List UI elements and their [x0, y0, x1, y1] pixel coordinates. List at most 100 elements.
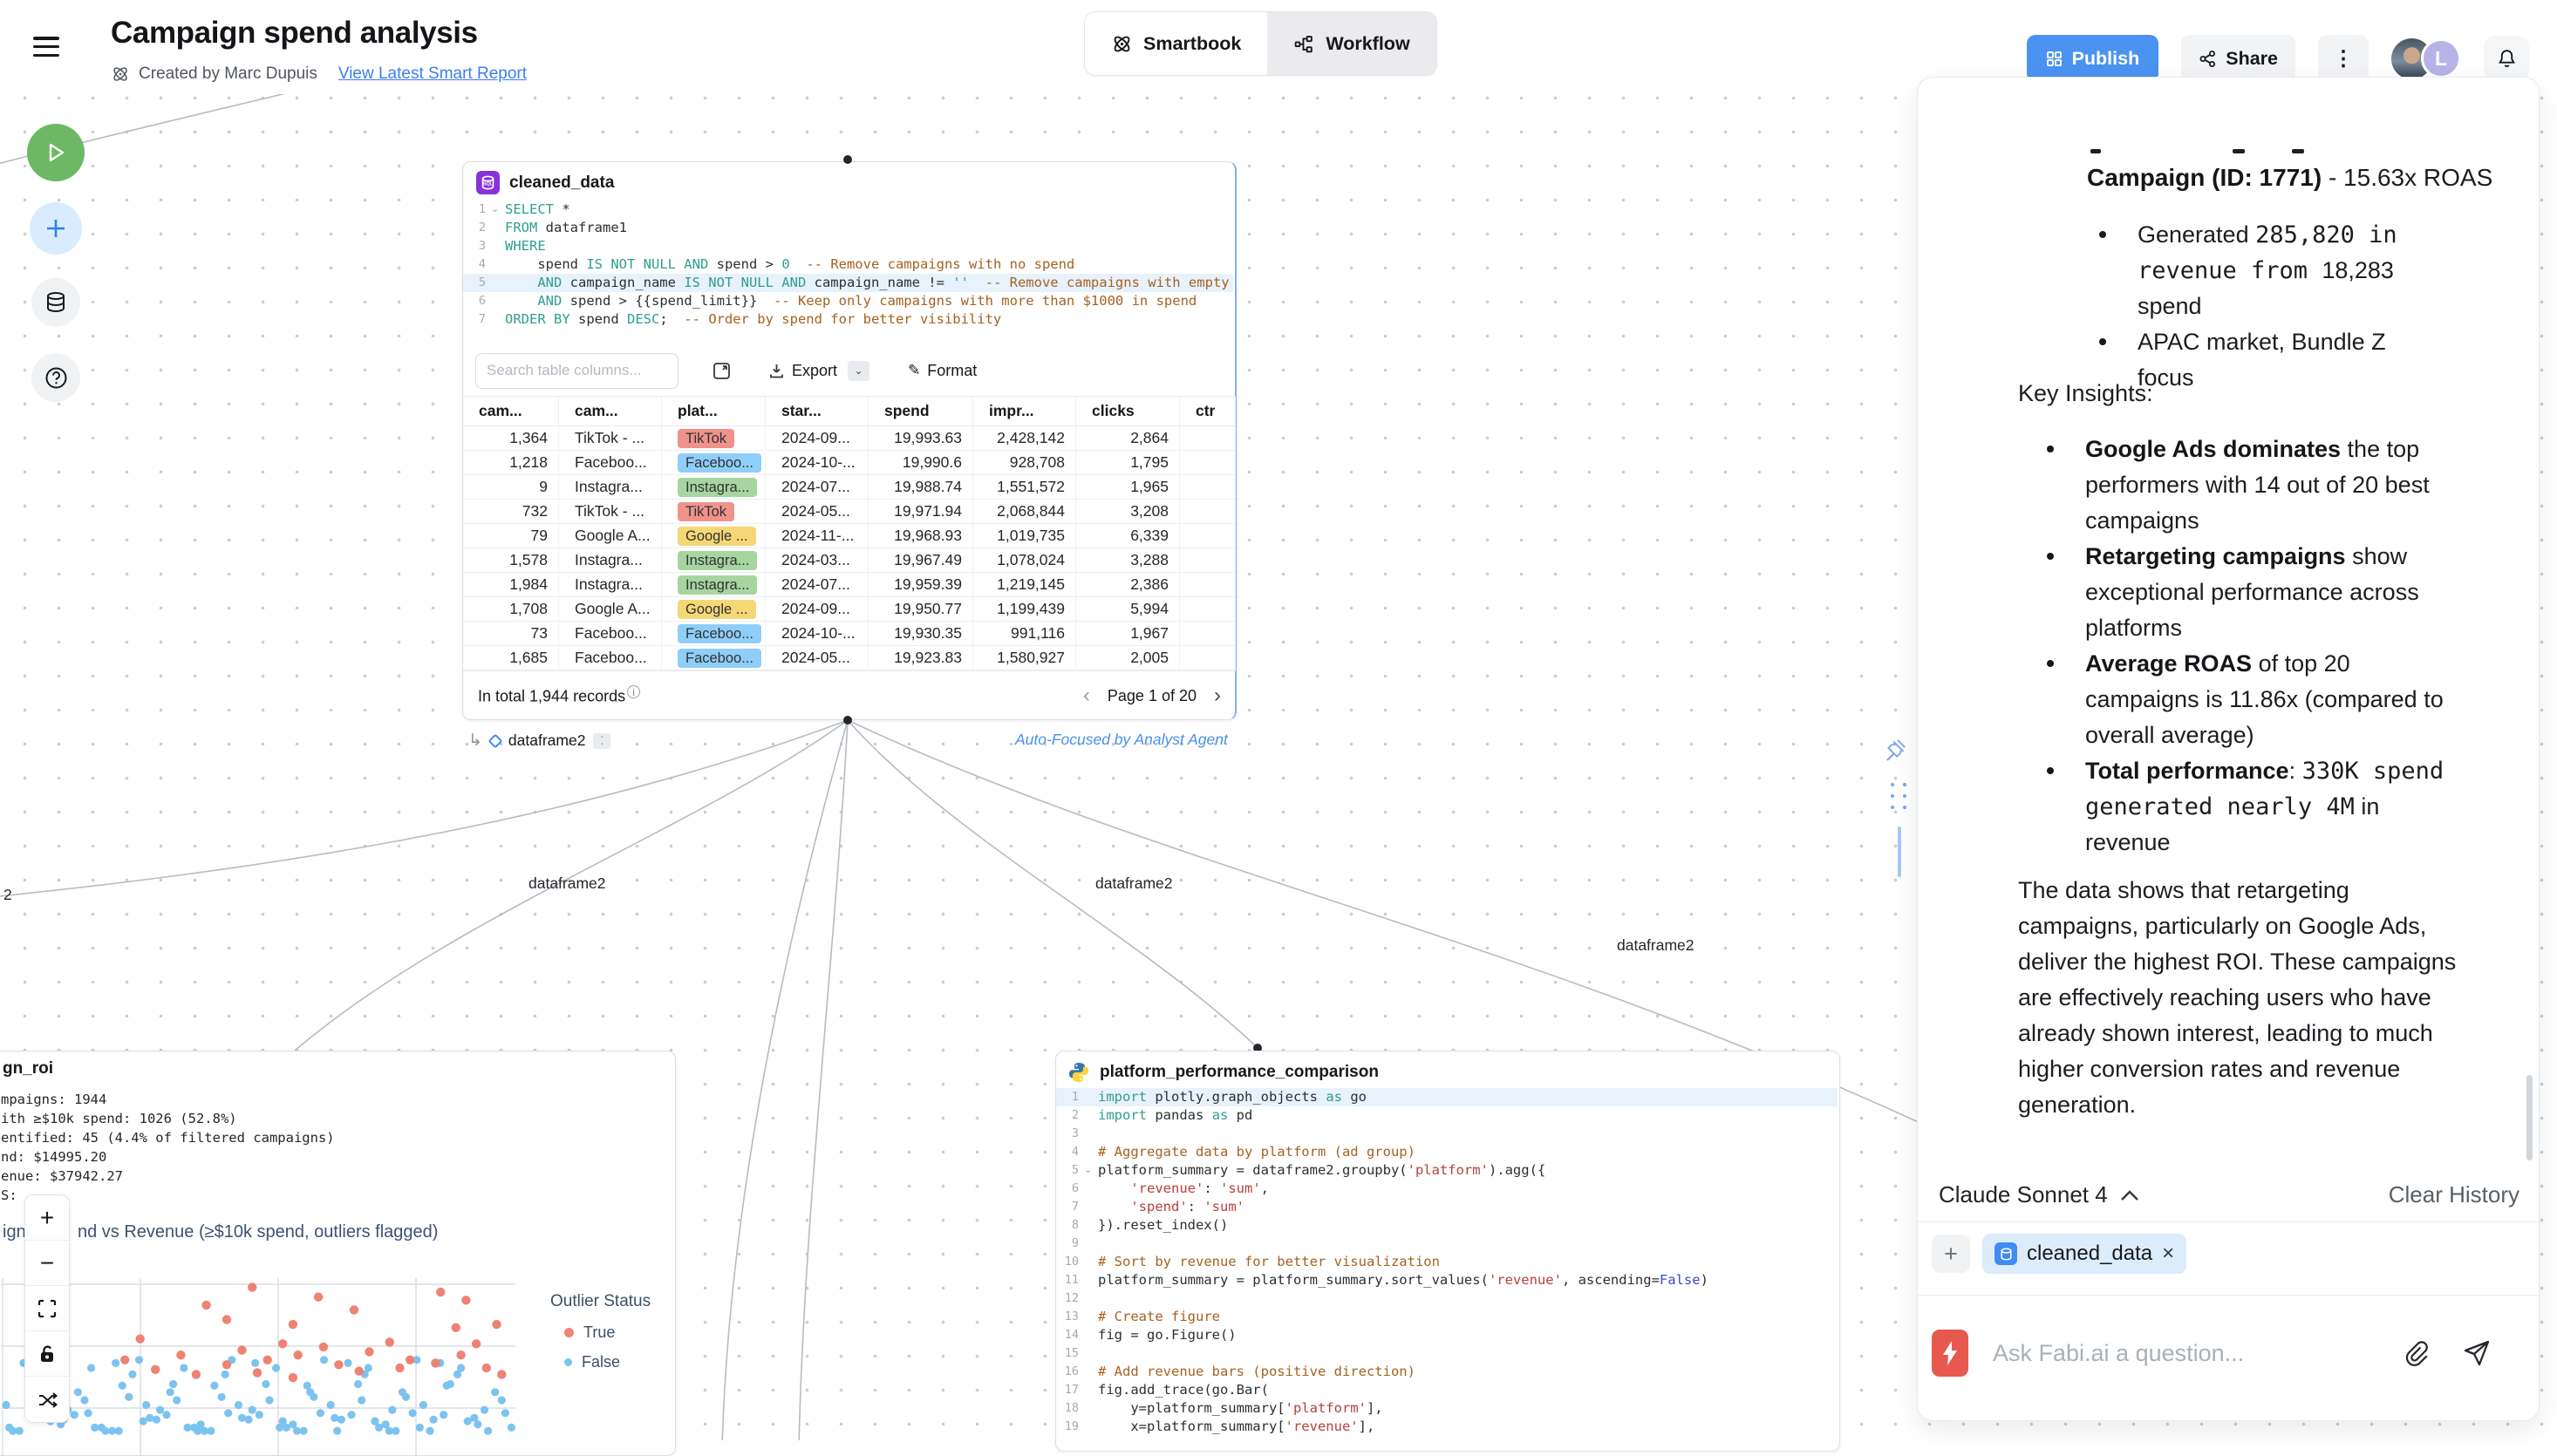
- code-line[interactable]: 8}).reset_index(): [1056, 1216, 1838, 1235]
- send-message-icon[interactable]: [2462, 1338, 2492, 1368]
- notifications-button[interactable]: [2484, 36, 2529, 81]
- table-row[interactable]: 9Instagra...Instagra...2024-07...19,988.…: [463, 475, 1236, 500]
- panel-resize-indicator[interactable]: [1898, 827, 1901, 877]
- chart-legend[interactable]: Outlier Status True False: [550, 1292, 651, 1383]
- code-line[interactable]: 3WHERE: [463, 237, 1233, 255]
- table-row[interactable]: 73Faceboo...Faceboo...2024-10-...19,930.…: [463, 622, 1236, 646]
- code-line[interactable]: 19 x=platform_summary['revenue'],: [1056, 1418, 1838, 1436]
- code-line[interactable]: 6 AND spend > {{spend_limit}} -- Keep on…: [463, 292, 1233, 310]
- code-line[interactable]: 15: [1056, 1344, 1838, 1363]
- tab-workflow[interactable]: Workflow: [1267, 12, 1435, 75]
- export-chevron-icon[interactable]: ⌄: [848, 361, 869, 381]
- fit-view-button[interactable]: [25, 1286, 69, 1331]
- code-line[interactable]: 6 'revenue': 'sum',: [1056, 1180, 1838, 1198]
- code-line[interactable]: 4 spend IS NOT NULL AND spend > 0 -- Rem…: [463, 255, 1233, 274]
- sql-code-editor[interactable]: 1⌄SELECT *2FROM dataframe13WHERE4 spend …: [463, 201, 1233, 329]
- python-code-editor[interactable]: 1import plotly.graph_objects as go2impor…: [1056, 1088, 1838, 1436]
- view-report-link[interactable]: View Latest Smart Report: [338, 65, 527, 84]
- column-header[interactable]: spend: [869, 397, 973, 425]
- code-line[interactable]: 5⌄platform_summary = dataframe2.groupby(…: [1056, 1161, 1838, 1180]
- column-header[interactable]: impr...: [973, 397, 1076, 425]
- export-button[interactable]: Export ⌄: [768, 361, 869, 381]
- code-line[interactable]: 4# Aggregate data by platform (ad group): [1056, 1143, 1838, 1161]
- drag-handle-icon[interactable]: [1891, 783, 1906, 809]
- output-port[interactable]: [843, 716, 852, 725]
- column-header[interactable]: plat...: [662, 397, 766, 425]
- code-line[interactable]: 18 y=platform_summary['platform'],: [1056, 1399, 1838, 1418]
- zoom-out-button[interactable]: −: [25, 1241, 69, 1286]
- python-cell-platform-performance[interactable]: platform_performance_comparison 1import …: [1055, 1051, 1840, 1452]
- unpin-panel-icon[interactable]: [1882, 736, 1912, 765]
- zoom-in-button[interactable]: +: [25, 1195, 69, 1241]
- avatar-initial[interactable]: L: [2421, 38, 2461, 78]
- code-line[interactable]: 9: [1056, 1235, 1838, 1253]
- context-chip-cleaned-data[interactable]: cleaned_data ×: [1982, 1234, 2186, 1274]
- python-cell-campaign-roi[interactable]: gn_roi mpaigns: 1944ith ≥$10k spend: 102…: [0, 1051, 676, 1456]
- add-context-button[interactable]: +: [1932, 1235, 1970, 1273]
- legend-item-true[interactable]: True: [550, 1323, 651, 1342]
- chat-input[interactable]: [1993, 1340, 2368, 1367]
- data-sources-button[interactable]: [31, 278, 80, 327]
- table-row[interactable]: 79Google A...Google ...2024-11-...19,968…: [463, 524, 1236, 548]
- column-header[interactable]: cam...: [463, 397, 559, 425]
- column-header[interactable]: cam...: [559, 397, 662, 425]
- column-header[interactable]: ctr: [1180, 397, 1236, 425]
- platform-badge: Instagra...: [678, 551, 757, 570]
- code-line[interactable]: 5 AND campaign_name IS NOT NULL AND camp…: [463, 274, 1233, 292]
- share-button[interactable]: Share: [2181, 35, 2295, 82]
- table-row[interactable]: 1,578Instagra...Instagra...2024-03...19,…: [463, 548, 1236, 573]
- shuffle-button[interactable]: [25, 1377, 69, 1422]
- lock-button[interactable]: [25, 1331, 69, 1377]
- menu-icon[interactable]: [33, 37, 63, 59]
- model-selector[interactable]: Claude Sonnet 4: [1939, 1181, 2139, 1208]
- panel-scrollbar[interactable]: [2526, 1075, 2533, 1160]
- input-port[interactable]: [843, 155, 852, 164]
- attach-file-icon[interactable]: [2403, 1339, 2431, 1367]
- code-line[interactable]: 7 'spend': 'sum': [1056, 1198, 1838, 1216]
- output-options-icon[interactable]: ⁚: [593, 733, 610, 749]
- format-button[interactable]: ✎ Format: [908, 362, 977, 380]
- code-line[interactable]: 17fig.add_trace(go.Bar(: [1056, 1381, 1838, 1399]
- table-cell: 73: [463, 622, 559, 645]
- run-workflow-button[interactable]: [27, 124, 85, 181]
- code-line[interactable]: 2import pandas as pd: [1056, 1106, 1838, 1125]
- code-line[interactable]: 10# Sort by revenue for better visualiza…: [1056, 1253, 1838, 1271]
- table-row[interactable]: 1,708Google A...Google ...2024-09...19,9…: [463, 597, 1236, 622]
- table-cell: 2024-10-...: [766, 622, 869, 645]
- next-page-icon[interactable]: ›: [1214, 684, 1221, 708]
- add-cell-button[interactable]: [30, 202, 82, 255]
- output-dataframe-label[interactable]: dataframe2: [508, 731, 586, 750]
- code-line[interactable]: 3: [1056, 1125, 1838, 1143]
- code-line[interactable]: 1⌄SELECT *: [463, 201, 1233, 219]
- remove-chip-icon[interactable]: ×: [2162, 1242, 2174, 1266]
- column-header[interactable]: clicks: [1076, 397, 1180, 425]
- sql-cell-cleaned-data[interactable]: SQL cleaned_data 1⌄SELECT *2FROM datafra…: [462, 161, 1237, 720]
- code-line[interactable]: 1import plotly.graph_objects as go: [1056, 1088, 1838, 1106]
- table-row[interactable]: 1,218Faceboo...Faceboo...2024-10-...19,9…: [463, 451, 1236, 475]
- code-line[interactable]: 11platform_summary = platform_summary.so…: [1056, 1271, 1838, 1289]
- tab-smartbook[interactable]: Smartbook: [1085, 12, 1267, 75]
- table-row[interactable]: 1,984Instagra...Instagra...2024-07...19,…: [463, 573, 1236, 597]
- code-line[interactable]: 13# Create figure: [1056, 1308, 1838, 1326]
- collaborator-avatars[interactable]: L: [2391, 38, 2461, 79]
- table-row[interactable]: 1,685Faceboo...Faceboo...2024-05...19,92…: [463, 646, 1236, 670]
- more-options-icon[interactable]: ⋮: [2318, 35, 2369, 82]
- expand-table-icon[interactable]: [712, 361, 732, 381]
- code-line[interactable]: 14fig = go.Figure(): [1056, 1326, 1838, 1344]
- help-button[interactable]: [31, 353, 80, 402]
- prev-page-icon[interactable]: ‹: [1083, 684, 1090, 708]
- code-line[interactable]: 2FROM dataframe1: [463, 219, 1233, 237]
- publish-button[interactable]: Publish: [2027, 35, 2159, 82]
- code-line[interactable]: 7ORDER BY spend DESC; -- Order by spend …: [463, 310, 1233, 329]
- code-line[interactable]: 16# Add revenue bars (positive direction…: [1056, 1363, 1838, 1381]
- search-input[interactable]: [475, 353, 678, 389]
- clear-history-button[interactable]: Clear History: [2389, 1181, 2519, 1208]
- column-header[interactable]: star...: [766, 397, 869, 425]
- table-row[interactable]: 732TikTok - ...TikTok2024-05...19,971.94…: [463, 500, 1236, 524]
- scatter-plot[interactable]: [1, 1262, 535, 1456]
- legend-item-false[interactable]: False: [550, 1353, 651, 1371]
- table-row[interactable]: 1,364TikTok - ...TikTok2024-09...19,993.…: [463, 426, 1236, 451]
- result-table[interactable]: cam...cam...plat...star...spendimpr...cl…: [463, 396, 1236, 670]
- code-line[interactable]: 12: [1056, 1289, 1838, 1308]
- table-cell: 3,208: [1076, 500, 1180, 523]
